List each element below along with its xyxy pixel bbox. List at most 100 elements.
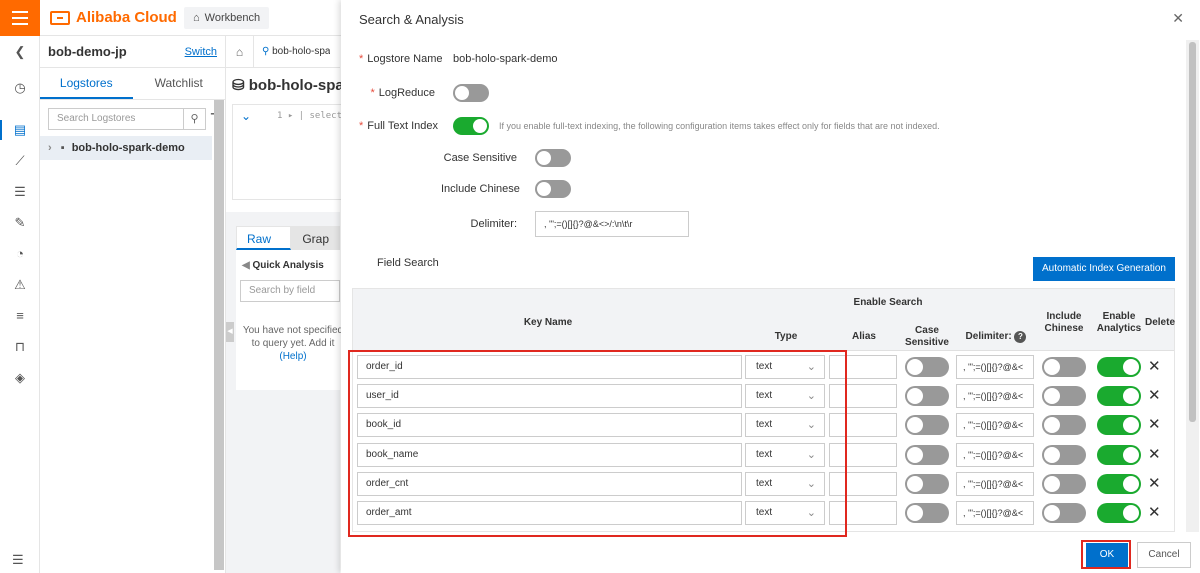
tab-raw-logs[interactable]: Raw Logs — [236, 226, 292, 270]
header-case-sensitive: Case Sensitive — [905, 325, 949, 348]
enable-analytics-toggle[interactable] — [1097, 474, 1141, 494]
header-delimiter: Delimiter: ? — [955, 331, 1037, 343]
switch-link[interactable]: Switch — [185, 46, 217, 58]
database-icon: ▪ — [60, 142, 65, 154]
include-chinese-toggle[interactable] — [1042, 474, 1086, 494]
fulltext-hint: If you enable full-text indexing, the fo… — [499, 121, 940, 131]
delete-icon[interactable]: ✕ — [1148, 472, 1161, 496]
workbench-button[interactable]: ⌂ Workbench — [184, 7, 270, 29]
quick-analysis-panel: ◀ Quick Analysis Search by field You hav… — [236, 250, 343, 390]
case-sensitive-toggle[interactable] — [905, 386, 949, 406]
search-icon[interactable]: ⚲ — [184, 108, 206, 130]
logstore-icon[interactable]: ▤ — [12, 122, 28, 138]
enable-analytics-toggle[interactable] — [1097, 445, 1141, 465]
back-arrow-icon[interactable]: ❮ — [12, 44, 28, 60]
brand-name: Alibaba Cloud — [76, 9, 177, 26]
case-sensitive-toggle[interactable] — [905, 503, 949, 523]
logstore-icon: ⛁ — [232, 77, 245, 94]
enable-analytics-toggle[interactable] — [1097, 386, 1141, 406]
include-chinese-toggle[interactable] — [1042, 445, 1086, 465]
query-editor[interactable]: ⌄ 1 ▸ | select — [232, 104, 342, 200]
layers-icon[interactable]: ◈ — [12, 370, 28, 386]
machine-icon[interactable]: ⊓ — [12, 339, 28, 355]
case-sensitive-toggle[interactable] — [905, 445, 949, 465]
database-icon[interactable]: ☰ — [12, 184, 28, 200]
alibaba-cloud-logo-icon — [50, 10, 70, 25]
case-sensitive-toggle[interactable] — [905, 357, 949, 377]
scrollbar-thumb[interactable] — [1189, 42, 1196, 422]
enable-analytics-toggle[interactable] — [1097, 415, 1141, 435]
delimiter-input[interactable]: , '";=()[]{}?@&< — [956, 355, 1034, 379]
case-sensitive-toggle[interactable] — [535, 149, 571, 167]
field-search-label: Field Search — [377, 257, 439, 269]
alert-icon[interactable]: ⚠ — [12, 277, 28, 293]
delimiter-input[interactable]: , '";=()[]{}?@&<>/:\n\t\r — [535, 211, 689, 237]
logstore-name-value: bob-holo-spark-demo — [453, 53, 558, 65]
header-type: Type — [774, 331, 798, 342]
fulltext-toggle[interactable] — [453, 117, 489, 135]
delimiter-label: Delimiter: — [470, 218, 517, 230]
tab-logstores[interactable]: Logstores — [40, 68, 133, 99]
header-delete: Delete — [1145, 317, 1176, 328]
menu-icon[interactable] — [0, 0, 40, 36]
include-chinese-toggle[interactable] — [1042, 357, 1086, 377]
chevron-down-icon[interactable]: ⌄ — [241, 109, 251, 123]
logreduce-toggle[interactable] — [453, 84, 489, 102]
field-search-input[interactable]: Search by field — [240, 280, 340, 302]
pie-icon[interactable]: ◔ — [12, 246, 28, 262]
logreduce-label: * LogReduce — [370, 87, 435, 99]
delimiter-input[interactable]: , '";=()[]{}?@&< — [956, 472, 1034, 496]
header-alias: Alias — [852, 331, 876, 342]
close-icon[interactable]: ✕ — [1172, 10, 1184, 27]
tab-logstore[interactable]: ⚲ bob-holo-spa — [254, 46, 330, 57]
cancel-button[interactable]: Cancel — [1137, 542, 1191, 568]
search-icon: ⚲ — [262, 46, 270, 57]
delete-icon[interactable]: ✕ — [1148, 355, 1161, 379]
include-chinese-toggle[interactable] — [1042, 415, 1086, 435]
collapse-icon[interactable]: ◀ — [242, 260, 250, 271]
home-icon[interactable]: ⌂ — [226, 35, 254, 68]
case-sensitive-label: Case Sensitive — [443, 152, 517, 164]
enable-analytics-toggle[interactable] — [1097, 357, 1141, 377]
logstore-search-input[interactable]: Search Logstores — [48, 108, 184, 130]
help-icon[interactable]: ? — [1014, 331, 1027, 343]
project-panel: bob-demo-jp Switch Logstores Watchlist S… — [40, 36, 226, 573]
tab-graph[interactable]: Grap — [291, 226, 340, 250]
include-chinese-toggle[interactable] — [1042, 503, 1086, 523]
delete-icon[interactable]: ✕ — [1148, 413, 1161, 437]
delete-icon[interactable]: ✕ — [1148, 501, 1161, 525]
help-link[interactable]: (Help) — [236, 350, 350, 363]
include-chinese-toggle[interactable] — [535, 180, 571, 198]
logstore-item[interactable]: › ▪ bob-holo-spark-demo — [40, 136, 212, 160]
case-sensitive-toggle[interactable] — [905, 474, 949, 494]
scrollbar[interactable] — [214, 100, 224, 570]
table-header: Key Name Enable Search Type Alias Case S… — [353, 289, 1176, 351]
clock-icon[interactable]: ◷ — [12, 80, 28, 96]
dialog-scrollbar[interactable] — [1186, 40, 1199, 532]
tab-watchlist[interactable]: Watchlist — [133, 68, 226, 99]
delimiter-input[interactable]: , '";=()[]{}?@&< — [956, 384, 1034, 408]
edit-icon[interactable]: ✎ — [12, 215, 28, 231]
delete-icon[interactable]: ✕ — [1148, 443, 1161, 467]
chart-icon[interactable]: ⟋ — [12, 153, 28, 169]
delimiter-input[interactable]: , '";=()[]{}?@&< — [956, 443, 1034, 467]
collapse-menu-icon[interactable]: ☰ — [12, 552, 24, 568]
delimiter-input[interactable]: , '";=()[]{}?@&< — [956, 501, 1034, 525]
enable-analytics-toggle[interactable] — [1097, 503, 1141, 523]
list-icon[interactable]: ≡ — [12, 308, 28, 324]
delete-icon[interactable]: ✕ — [1148, 384, 1161, 408]
logstore-item-label: bob-holo-spark-demo — [71, 142, 185, 154]
header-enable-analytics: Enable Analytics — [1096, 311, 1142, 334]
header-key-name: Key Name — [523, 317, 573, 328]
case-sensitive-toggle[interactable] — [905, 415, 949, 435]
collapse-handle[interactable]: ◀ — [226, 322, 234, 342]
home-icon: ⌂ — [193, 12, 200, 24]
quick-analysis-title: ◀ Quick Analysis — [242, 260, 324, 271]
fulltext-label: * Full Text Index — [359, 120, 439, 132]
left-rail: ❮ ◷ ▤ ⟋ ☰ ✎ ◔ ⚠ ≡ ⊓ ◈ — [0, 36, 40, 573]
delimiter-input[interactable]: , '";=()[]{}?@&< — [956, 413, 1034, 437]
brand-logo[interactable]: Alibaba Cloud — [50, 9, 177, 26]
include-chinese-toggle[interactable] — [1042, 386, 1086, 406]
workbench-label: Workbench — [204, 12, 261, 24]
auto-index-button[interactable]: Automatic Index Generation — [1033, 257, 1175, 281]
